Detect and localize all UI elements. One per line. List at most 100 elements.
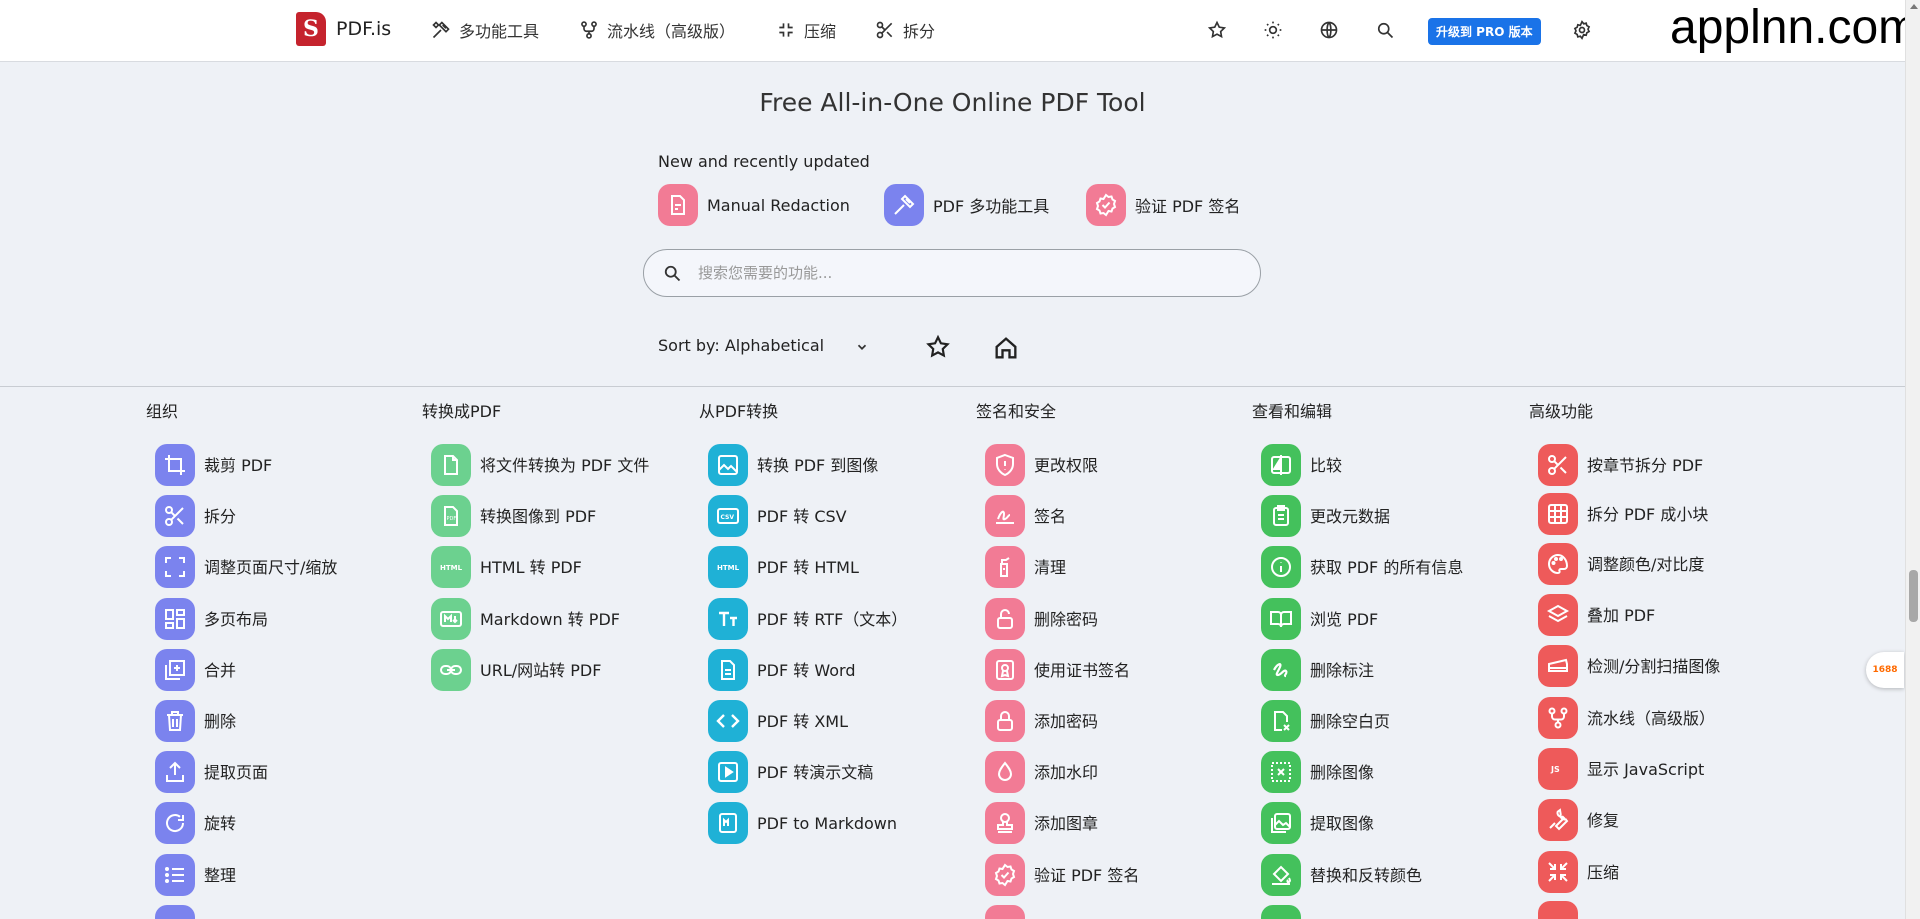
tool-label: 调整颜色/对比度 (1587, 554, 1705, 574)
tool-show-javascript[interactable]: JS 显示 JavaScript (1538, 748, 1767, 790)
tool-html-to-pdf[interactable]: HTML HTML 转 PDF (431, 546, 660, 588)
tool-add-watermark[interactable]: 添加水印 (985, 751, 1214, 793)
tool-rotate[interactable]: 旋转 (155, 802, 384, 844)
tool-compress[interactable]: 压缩 (1538, 851, 1767, 893)
tool-organize[interactable]: 整理 (155, 854, 384, 896)
nav-compress[interactable]: 压缩 (776, 18, 836, 42)
tool-crop[interactable]: 裁剪 PDF (155, 444, 384, 486)
tool-get-info[interactable]: 获取 PDF 的所有信息 (1261, 546, 1490, 588)
language-button[interactable] (1317, 18, 1341, 42)
book-icon (1261, 598, 1301, 640)
tool-pdf-to-xml[interactable]: PDF 转 XML (708, 700, 937, 742)
tool-image-to-pdf[interactable]: PDF 转换图像到 PDF (431, 495, 660, 537)
category-organize: 组织 (146, 400, 422, 424)
recent-multi-tool[interactable]: PDF 多功能工具 (884, 184, 1049, 226)
tool-label: 调整页面尺寸/缩放 (204, 557, 338, 577)
tool-search[interactable] (643, 249, 1261, 297)
tool-label: 使用证书签名 (1034, 660, 1131, 680)
tool-next-partial[interactable] (985, 905, 1025, 919)
tool-next-partial[interactable] (1538, 901, 1578, 919)
tool-extract-images[interactable]: 提取图像 (1261, 802, 1490, 844)
search-input[interactable] (698, 264, 1260, 282)
tool-add-password[interactable]: 添加密码 (985, 700, 1214, 742)
sort-dropdown[interactable]: Sort by: Alphabetical (658, 336, 868, 355)
tool-label: 将文件转换为 PDF 文件 (480, 455, 650, 475)
tool-pdf-to-presentation[interactable]: PDF 转演示文稿 (708, 751, 937, 793)
tool-pipeline[interactable]: 流水线（高级版） (1538, 697, 1767, 739)
pdf-file-icon: PDF (431, 495, 471, 537)
tool-label: 删除密码 (1034, 609, 1099, 629)
recent-manual-redaction[interactable]: Manual Redaction (658, 184, 850, 226)
tool-merge[interactable]: 合并 (155, 649, 384, 691)
tool-pdf-to-csv[interactable]: CSV PDF 转 CSV (708, 495, 937, 537)
home-icon[interactable] (992, 334, 1020, 362)
tool-split[interactable]: 拆分 (155, 495, 384, 537)
markdown-icon (431, 598, 471, 640)
upgrade-pro-button[interactable]: 升级到 PRO 版本 (1428, 18, 1541, 45)
page-title: Free All-in-One Online PDF Tool (759, 88, 1146, 117)
tool-change-metadata[interactable]: 更改元数据 (1261, 495, 1490, 537)
tool-multi-page-layout[interactable]: 多页布局 (155, 598, 384, 640)
tool-extract-pages[interactable]: 提取页面 (155, 751, 384, 793)
tool-repair[interactable]: 修复 (1538, 799, 1767, 841)
grid-layout-icon (155, 598, 195, 640)
nav-multi-tool[interactable]: 多功能工具 (431, 18, 539, 42)
tool-pdf-to-rtf[interactable]: PDF 转 RTF（文本） (708, 598, 937, 640)
images-icon (1261, 802, 1301, 844)
brand-logo[interactable]: S PDF.is (296, 12, 391, 46)
category-advanced: 高级功能 (1529, 400, 1805, 424)
tool-change-permissions[interactable]: 更改权限 (985, 444, 1214, 486)
tool-sign[interactable]: 签名 (985, 495, 1214, 537)
settings-button[interactable] (1570, 18, 1594, 42)
tool-next-partial[interactable] (1261, 905, 1301, 919)
tool-label: 多页布局 (204, 609, 269, 629)
tool-remove-images[interactable]: 删除图像 (1261, 751, 1490, 793)
tool-add-stamp[interactable]: 添加图章 (985, 802, 1214, 844)
tool-remove-password[interactable]: 删除密码 (985, 598, 1214, 640)
tool-compare[interactable]: 比较 (1261, 444, 1490, 486)
tool-label: PDF 转 RTF（文本） (757, 609, 908, 629)
scrollbar-thumb[interactable] (1909, 570, 1918, 622)
stamp-icon (985, 802, 1025, 844)
favorites-filter-star-icon[interactable] (925, 334, 951, 360)
tool-adjust-colors[interactable]: 调整颜色/对比度 (1538, 543, 1767, 585)
tool-sanitize[interactable]: 清理 (985, 546, 1214, 588)
tool-remove-blank-pages[interactable]: 删除空白页 (1261, 700, 1490, 742)
recent-verify-signature[interactable]: 验证 PDF 签名 (1086, 184, 1240, 226)
tool-pdf-to-image[interactable]: 转换 PDF 到图像 (708, 444, 937, 486)
tool-label: Markdown 转 PDF (480, 609, 620, 629)
tool-remove-annotations[interactable]: 删除标注 (1261, 649, 1490, 691)
tool-pdf-to-html[interactable]: HTML PDF 转 HTML (708, 546, 937, 588)
theme-toggle-button[interactable] (1261, 18, 1285, 42)
scroll-up-arrow-icon[interactable] (1910, 4, 1918, 9)
scribble-icon (1261, 649, 1301, 691)
nav-split[interactable]: 拆分 (875, 18, 935, 42)
tool-label: 叠加 PDF (1587, 605, 1656, 625)
tool-view-pdf[interactable]: 浏览 PDF (1261, 598, 1490, 640)
category-title: 高级功能 (1529, 402, 1594, 421)
floating-1688-badge[interactable]: 1688 (1866, 652, 1904, 688)
tool-resize[interactable]: 调整页面尺寸/缩放 (155, 546, 384, 588)
crop-icon (155, 444, 195, 486)
tool-delete[interactable]: 删除 (155, 700, 384, 742)
text-format-icon (708, 598, 748, 640)
page-scrollbar[interactable] (1905, 0, 1920, 919)
tool-next-partial[interactable] (155, 905, 195, 919)
tool-verify-signature[interactable]: 验证 PDF 签名 (985, 854, 1214, 896)
tool-file-to-pdf[interactable]: 将文件转换为 PDF 文件 (431, 444, 660, 486)
tool-overlay-pdf[interactable]: 叠加 PDF (1538, 594, 1767, 636)
tool-pdf-to-word[interactable]: PDF 转 Word (708, 649, 937, 691)
search-button[interactable] (1373, 18, 1397, 42)
tool-cert-sign[interactable]: 使用证书签名 (985, 649, 1214, 691)
tool-pdf-to-markdown[interactable]: PDF to Markdown (708, 802, 937, 844)
favorites-button[interactable] (1205, 18, 1229, 42)
tool-split-chunks[interactable]: 拆分 PDF 成小块 (1538, 493, 1767, 535)
tool-url-to-pdf[interactable]: URL/网站转 PDF (431, 649, 660, 691)
tool-split-scans[interactable]: 检测/分割扫描图像 (1538, 645, 1767, 687)
merge-icon (155, 649, 195, 691)
nav-pipeline[interactable]: 流水线（高级版） (579, 18, 735, 42)
tool-replace-invert-color[interactable]: 替换和反转颜色 (1261, 854, 1490, 896)
tool-markdown-to-pdf[interactable]: Markdown 转 PDF (431, 598, 660, 640)
sort-label: Sort by: Alphabetical (658, 336, 825, 355)
tool-split-by-chapters[interactable]: 按章节拆分 PDF (1538, 444, 1767, 486)
